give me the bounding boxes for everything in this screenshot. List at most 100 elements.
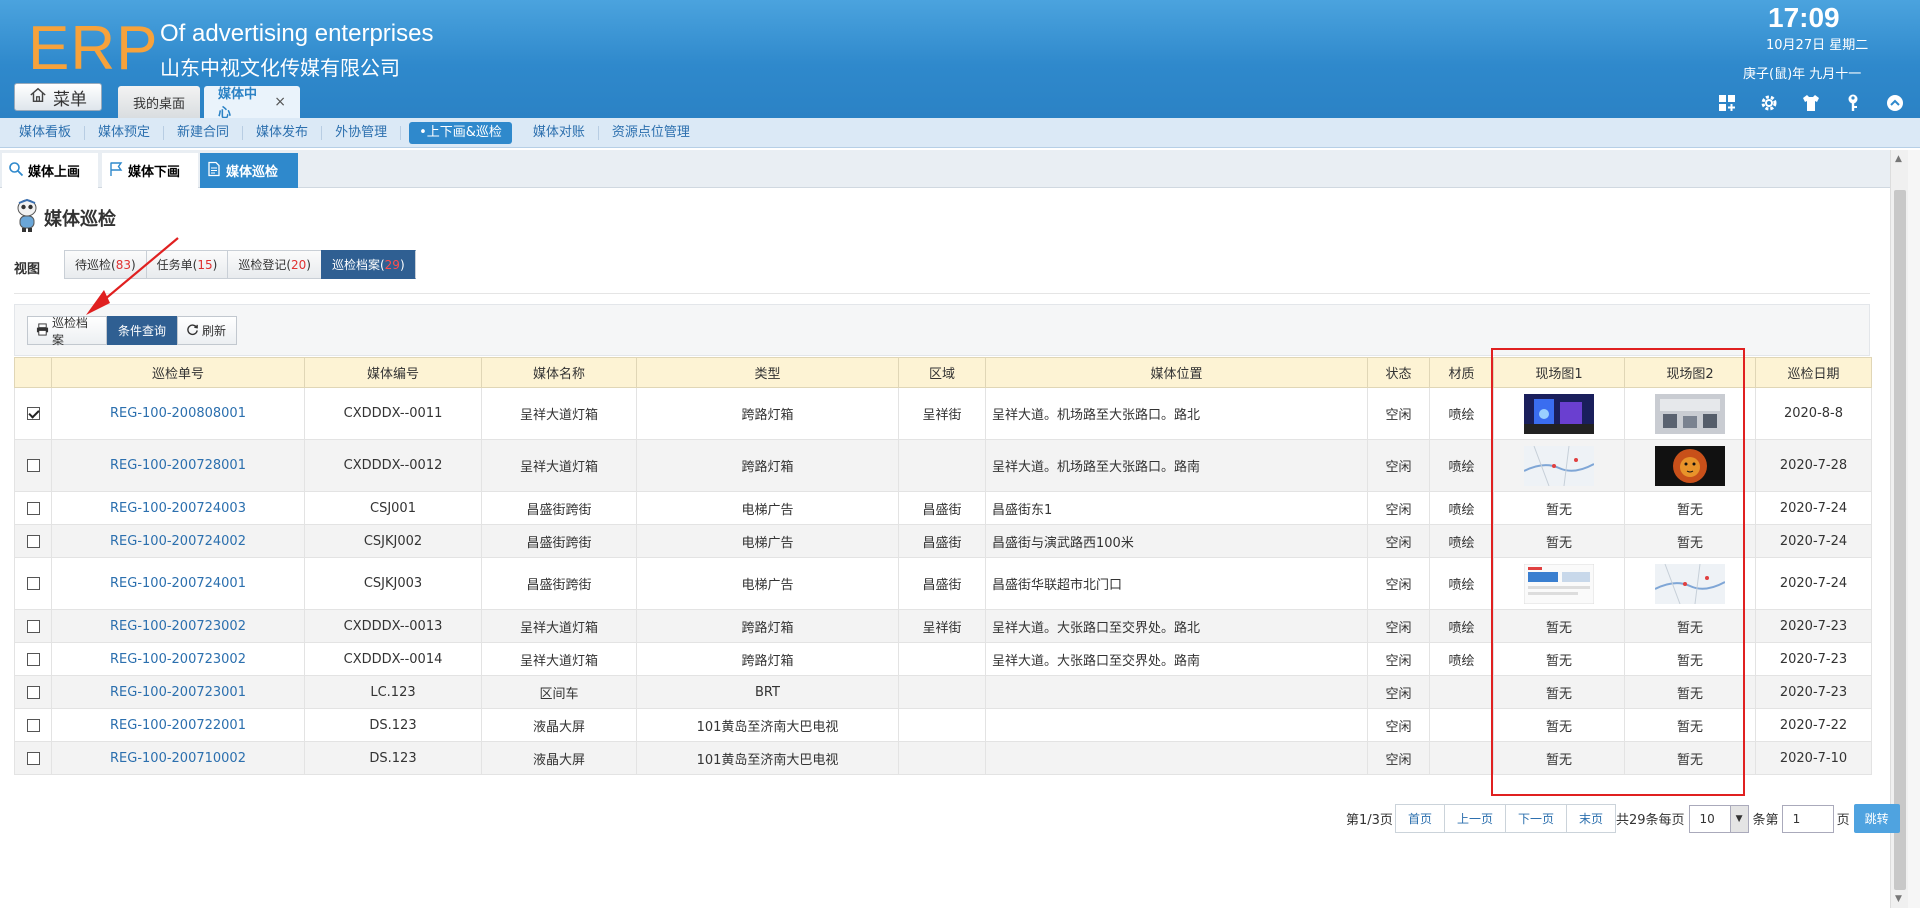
view-tab-register[interactable]: 巡检登记(20) [227, 250, 321, 279]
col-header[interactable]: 媒体位置 [985, 357, 1368, 388]
table-row[interactable]: REG-100-200722001 DS.123 液晶大屏 101黄岛至济南大巴电视 空… [14, 708, 1872, 742]
row-checkbox[interactable] [26, 619, 40, 633]
count-badge: 83 [115, 257, 131, 272]
main-menu-button[interactable]: 菜单 [14, 83, 102, 111]
row-checkbox[interactable] [26, 534, 40, 548]
row-checkbox[interactable] [26, 459, 40, 472]
nav-media-booking[interactable]: 媒体预定 [85, 125, 165, 140]
page-number-input[interactable]: 1 [1781, 804, 1834, 833]
refresh-icon [186, 323, 199, 339]
nav-install-inspect[interactable]: •上下画&巡检 [409, 121, 512, 144]
table-row[interactable]: REG-100-200723002 CXDDDX--0013 呈祥大道灯箱 跨路灯箱呈… [14, 609, 1872, 643]
site-photo-2-cell[interactable] [1624, 557, 1756, 610]
inspection-number-cell[interactable]: REG-100-200723001 [51, 675, 305, 709]
grid-add-icon[interactable] [1716, 92, 1738, 114]
row-checkbox[interactable] [26, 652, 40, 666]
location-cell [985, 741, 1368, 775]
inspection-number-cell[interactable]: REG-100-200723002 [51, 609, 305, 643]
first-page-button[interactable]: 首页 [1394, 804, 1444, 833]
refresh-button[interactable]: 刷新 [177, 316, 237, 345]
scroll-down-icon[interactable]: ▼ [1895, 894, 1902, 904]
table-row[interactable]: REG-100-200724002 CSJKJ002 昌盛街跨街 电梯广告 昌盛街 昌盛街… [14, 524, 1872, 558]
inspection-number-cell[interactable]: REG-100-200722001 [51, 708, 305, 742]
col-header[interactable]: 区域 [898, 357, 986, 388]
table-row[interactable]: REG-100-200724003 CSJ001 昌盛街跨街 电梯广告 昌盛街 昌盛街东1… [14, 491, 1872, 525]
archive-print-button[interactable]: 巡检档案 [27, 316, 107, 347]
table-row[interactable]: REG-100-200728001 CXDDDX--0012 呈祥大道灯箱 跨路灯箱 呈… [14, 439, 1872, 492]
col-header[interactable]: 现场图1 [1493, 357, 1625, 388]
page-size-select[interactable]: 10 ▼ [1688, 804, 1749, 833]
row-checkbox[interactable] [26, 407, 40, 420]
inspection-number-cell[interactable]: REG-100-200724001 [51, 557, 305, 610]
col-header[interactable]: 现场图2 [1624, 357, 1756, 388]
site-photo-1-cell[interactable] [1493, 557, 1625, 610]
site-photo-thumbnail[interactable] [1523, 445, 1595, 486]
site-photo-1-cell[interactable] [1493, 439, 1625, 492]
site-photo-thumbnail[interactable] [1524, 393, 1594, 434]
nav-media-publish[interactable]: 媒体发布 [243, 125, 323, 140]
tab-my-desktop[interactable]: 我的桌面 [118, 86, 200, 118]
table-row[interactable]: REG-100-200723001 LC.123 区间车 BRT 空闲 暂无 暂无 2020-… [14, 675, 1872, 709]
key-icon[interactable] [1842, 92, 1864, 114]
site-photo-2-cell[interactable] [1624, 387, 1756, 440]
next-page-button[interactable]: 下一页 [1504, 804, 1566, 833]
nav-new-contract[interactable]: 新建合同 [164, 125, 244, 140]
site-photo-thumbnail[interactable] [1654, 563, 1726, 604]
row-checkbox[interactable] [26, 501, 40, 515]
subtab-media-inspect[interactable]: 媒体巡检 [200, 153, 298, 188]
area-cell [898, 439, 986, 492]
inspection-number-cell[interactable]: REG-100-200724002 [51, 524, 305, 558]
scroll-up-icon[interactable]: ▲ [1895, 154, 1902, 164]
location-cell [985, 675, 1368, 709]
col-header[interactable]: 类型 [636, 357, 899, 388]
close-icon[interactable]: × [274, 94, 286, 110]
row-checkbox[interactable] [26, 577, 40, 590]
vertical-scrollbar[interactable]: ▲ ▼ [1890, 150, 1908, 908]
shirt-icon[interactable] [1800, 92, 1822, 114]
row-checkbox[interactable] [26, 718, 40, 732]
inspection-number-cell[interactable]: REG-100-200723002 [51, 642, 305, 676]
gear-icon[interactable] [1758, 92, 1780, 114]
nav-outsource[interactable]: 外协管理 [322, 125, 402, 140]
table-row[interactable]: REG-100-200723002 CXDDDX--0014 呈祥大道灯箱 跨路灯箱 呈… [14, 642, 1872, 676]
media-name-cell: 呈祥大道灯箱 [481, 642, 637, 676]
col-header[interactable]: 巡检单号 [51, 357, 305, 388]
nav-resource-points[interactable]: 资源点位管理 [599, 125, 703, 140]
col-header[interactable]: 状态 [1367, 357, 1430, 388]
table-row[interactable]: REG-100-200808001 CXDDDX--0011 呈祥大道灯箱 跨路灯箱呈… [14, 387, 1872, 440]
view-tab-tasks[interactable]: 任务单(15) [145, 250, 228, 279]
condition-query-button[interactable]: 条件查询 [107, 316, 177, 345]
nav-media-board[interactable]: 媒体看板 [6, 125, 86, 140]
subtab-media-remove[interactable]: 媒体下画 [102, 153, 198, 188]
material-cell: 喷绘 [1429, 642, 1494, 676]
site-photo-1-cell[interactable] [1493, 387, 1625, 440]
col-header[interactable]: 媒体编号 [304, 357, 482, 388]
col-header[interactable]: 材质 [1429, 357, 1494, 388]
table-row[interactable]: REG-100-200710002 DS.123 液晶大屏 101黄岛至济南大巴电视 空… [14, 741, 1872, 775]
view-tab-archive[interactable]: 巡检档案(29) [320, 250, 416, 279]
inspection-number-cell[interactable]: REG-100-200710002 [51, 741, 305, 775]
row-checkbox[interactable] [26, 685, 40, 699]
status-cell: 空闲 [1367, 741, 1430, 775]
collapse-up-icon[interactable] [1884, 92, 1906, 114]
row-checkbox[interactable] [26, 751, 40, 765]
col-header[interactable]: 巡检日期 [1755, 357, 1872, 388]
col-header[interactable]: 媒体名称 [481, 357, 637, 388]
view-tab-pending[interactable]: 待巡检(83) [64, 250, 146, 279]
prev-page-button[interactable]: 上一页 [1443, 804, 1505, 833]
tab-media-center[interactable]: 媒体中心 × [204, 86, 300, 121]
subtab-media-install[interactable]: 媒体上画 [2, 153, 98, 188]
site-photo-2-cell[interactable] [1624, 439, 1756, 492]
scrollbar-thumb[interactable] [1894, 190, 1906, 890]
inspection-number-cell[interactable]: REG-100-200724003 [51, 491, 305, 525]
go-button[interactable]: 跳转 [1853, 804, 1900, 833]
inspection-number-cell[interactable]: REG-100-200808001 [51, 387, 305, 440]
nav-media-reconcile[interactable]: 媒体对账 [520, 125, 599, 140]
site-photo-thumbnail[interactable] [1655, 445, 1725, 486]
last-page-button[interactable]: 末页 [1565, 804, 1616, 833]
table-row[interactable]: REG-100-200724001 CSJKJ003 昌盛街跨街 电梯广告 昌盛街 昌盛街… [14, 557, 1872, 610]
site-photo-thumbnail[interactable] [1655, 393, 1725, 434]
table-header: 巡检单号 媒体编号 媒体名称 类型 区域 媒体位置 状态 材质 现场图1 现场图… [14, 357, 1872, 388]
site-photo-thumbnail[interactable] [1523, 563, 1595, 604]
inspection-number-cell[interactable]: REG-100-200728001 [51, 439, 305, 492]
